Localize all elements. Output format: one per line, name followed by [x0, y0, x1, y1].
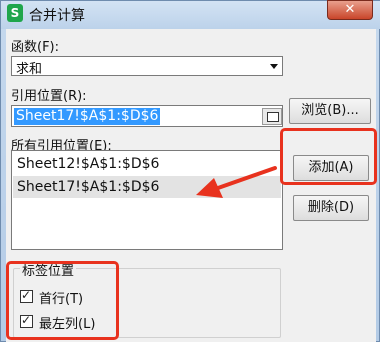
annotation-arrow — [196, 166, 277, 198]
